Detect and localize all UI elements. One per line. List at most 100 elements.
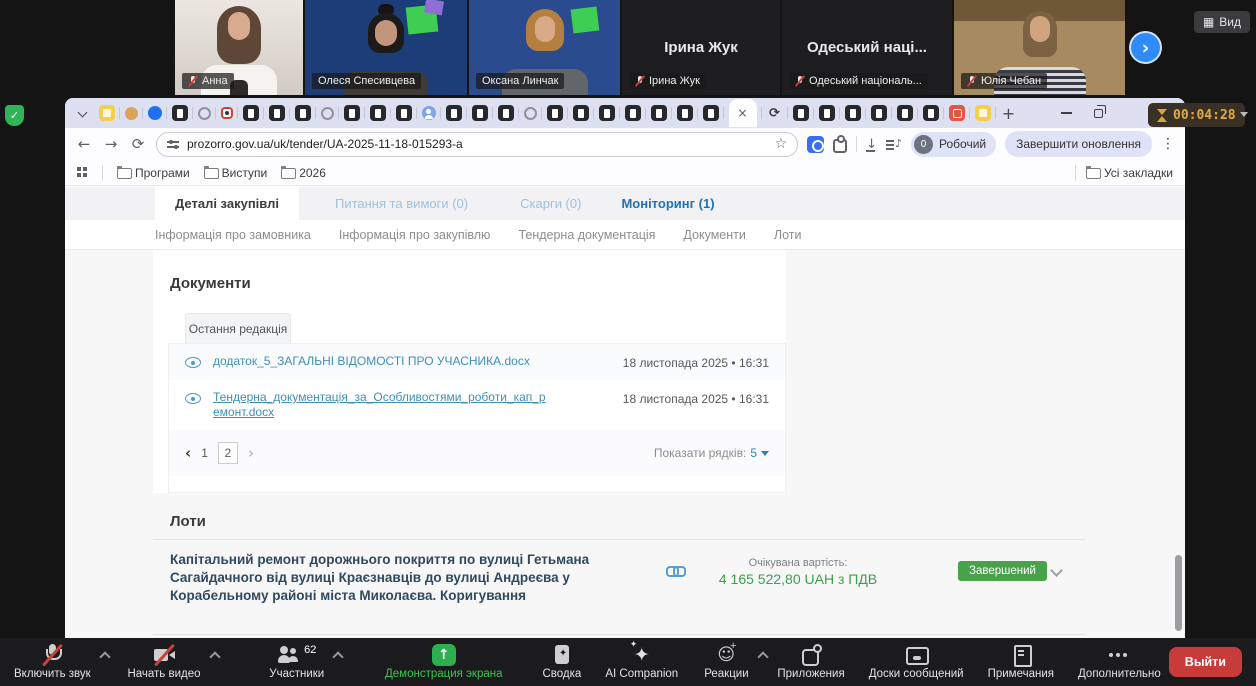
participants-options-chevron-icon[interactable]	[332, 650, 337, 662]
bookmark-folder-2026[interactable]: 2026	[281, 166, 326, 180]
browser-tab-yellow[interactable]	[975, 105, 991, 121]
browser-tab-doc[interactable]	[599, 105, 615, 121]
bookmark-star-icon[interactable]: ☆	[775, 136, 788, 152]
browser-tab-redq[interactable]	[949, 105, 965, 121]
timer-chevron-icon[interactable]	[1240, 112, 1248, 117]
browser-tab-doc[interactable]	[172, 105, 188, 121]
browser-tab-doc[interactable]	[871, 105, 887, 121]
browser-menu-icon[interactable]: ⋮	[1161, 136, 1175, 152]
leave-button[interactable]: Выйти	[1169, 647, 1242, 677]
subnav-lots[interactable]: Лоти	[774, 228, 802, 242]
browser-tab-doc[interactable]	[819, 105, 835, 121]
profile-chip[interactable]: 0 Робочий	[911, 132, 996, 157]
latest-revision-tab[interactable]: Остання редакція	[185, 313, 291, 343]
browser-tab-target[interactable]	[221, 107, 233, 119]
screen-share-button[interactable]: Демонстрация экрана	[377, 641, 511, 683]
extensions-puzzle-icon[interactable]	[833, 139, 847, 153]
reactions-options-chevron-icon[interactable]	[757, 650, 762, 662]
browser-tab-orangedot[interactable]	[125, 107, 138, 120]
next-participants-button[interactable]: ›	[1131, 33, 1160, 62]
downloads-icon[interactable]: ↓	[866, 137, 877, 152]
browser-tab-plus[interactable]: +	[1001, 105, 1017, 121]
browser-tab-doc[interactable]	[651, 105, 667, 121]
next-page-icon[interactable]: ›	[248, 444, 254, 462]
browser-tab-doc[interactable]	[923, 105, 939, 121]
browser-tab-doc[interactable]	[269, 105, 285, 121]
start-video-button[interactable]: Начать видео	[119, 641, 208, 683]
address-bar[interactable]: prozorro.gov.ua/uk/tender/UA-2025-11-18-…	[156, 132, 798, 157]
participant-tile-yulia[interactable]: Юлія Чебан	[954, 0, 1125, 95]
notes-button[interactable]: Примечания	[980, 641, 1062, 683]
document-link[interactable]: Тендерна_документація_за_Особливостями_р…	[213, 390, 548, 420]
subnav-tender-docs[interactable]: Тендерна документація	[518, 228, 655, 242]
browser-tab-doc[interactable]	[344, 105, 360, 121]
participant-tile-odeskyi[interactable]: Одеський наці... Одеський національ...	[782, 0, 952, 95]
subnav-customer-info[interactable]: Інформація про замовника	[155, 228, 311, 242]
browser-tab-doc[interactable]	[370, 105, 386, 121]
preview-eye-icon[interactable]	[185, 356, 201, 368]
whiteboards-button[interactable]: Доски сообщений	[861, 641, 972, 683]
tab-search-chevron-icon[interactable]	[73, 104, 91, 122]
more-button[interactable]: Дополнительно	[1070, 641, 1169, 683]
browser-tab-doc[interactable]	[295, 105, 311, 121]
ai-companion-button[interactable]: AI Companion	[597, 641, 686, 683]
preview-eye-icon[interactable]	[185, 392, 201, 404]
finish-update-button[interactable]: Завершити оновлення	[1005, 131, 1152, 157]
browser-tab-doc[interactable]	[547, 105, 563, 121]
participant-tile-iryna[interactable]: Ірина Жук Ірина Жук	[622, 0, 780, 95]
meeting-timer[interactable]: 00:04:28	[1148, 103, 1245, 127]
browser-tab-doc[interactable]	[703, 105, 719, 121]
browser-tab-personfav[interactable]	[422, 106, 436, 120]
page-scrollbar-thumb[interactable]	[1175, 555, 1182, 631]
minimize-button[interactable]	[1061, 112, 1072, 114]
browser-tab-doc[interactable]	[845, 105, 861, 121]
browser-tab-doc[interactable]	[243, 105, 259, 121]
participant-tile-olesia[interactable]: Олеся Спесивцева	[305, 0, 467, 95]
rows-per-page-caret-icon[interactable]	[761, 451, 769, 456]
apps-grid-icon[interactable]	[77, 167, 88, 178]
forward-icon[interactable]: →	[102, 135, 120, 153]
lot-link-chain-icon[interactable]	[666, 565, 684, 576]
summary-button[interactable]: Сводка	[535, 641, 590, 683]
browser-tab-doc[interactable]	[446, 105, 462, 121]
view-button[interactable]: ▦Вид	[1194, 11, 1250, 33]
apps-button[interactable]: Приложения	[769, 641, 852, 683]
browser-tab-doc[interactable]	[498, 105, 514, 121]
browser-tab-active[interactable]: ×	[729, 99, 757, 127]
unmute-button[interactable]: Включить звук	[6, 641, 99, 683]
browser-tab-globe[interactable]	[524, 107, 537, 120]
browser-tab-doc[interactable]	[625, 105, 641, 121]
page-number-2-current[interactable]: 2	[218, 442, 238, 464]
tab-tender-details[interactable]: Деталі закупівлі	[155, 187, 299, 220]
subnav-documents[interactable]: Документи	[683, 228, 745, 242]
participant-tile-oksana[interactable]: Оксана Линчак	[469, 0, 620, 95]
rows-per-page-value[interactable]: 5	[750, 446, 757, 460]
browser-tab-spinner[interactable]: ⟳	[767, 105, 783, 121]
lot-title-link[interactable]: Капітальний ремонт дорожнього покриття п…	[170, 551, 670, 605]
document-link[interactable]: додаток_5_ЗАГАЛЬНІ ВІДОМОСТІ ПРО УЧАСНИК…	[213, 354, 530, 369]
media-controls-icon[interactable]	[886, 137, 902, 151]
extension-icon[interactable]	[807, 136, 824, 153]
bookmark-folder-vystupy[interactable]: Виступи	[204, 166, 268, 180]
prev-page-icon[interactable]: ‹	[185, 444, 191, 462]
lot-expand-chevron-icon[interactable]	[1050, 565, 1062, 577]
participant-tile-anna[interactable]: Анна	[175, 0, 303, 95]
browser-tab-doc[interactable]	[573, 105, 589, 121]
all-bookmarks-button[interactable]: Усі закладки	[1086, 166, 1173, 180]
site-settings-icon[interactable]	[167, 138, 179, 150]
tab-monitoring[interactable]: Моніторинг (1)	[601, 187, 734, 220]
browser-tab-doc[interactable]	[396, 105, 412, 121]
reload-icon[interactable]: ⟳	[129, 135, 147, 153]
participants-button[interactable]: 62 Участники	[261, 641, 332, 683]
browser-tab-doc[interactable]	[793, 105, 809, 121]
page-number-1[interactable]: 1	[201, 446, 208, 460]
browser-tab-doc[interactable]	[472, 105, 488, 121]
audio-options-chevron-icon[interactable]	[99, 650, 104, 662]
tab-questions[interactable]: Питання та вимоги (0)	[315, 187, 488, 220]
video-options-chevron-icon[interactable]	[209, 650, 214, 662]
browser-tab-doc[interactable]	[897, 105, 913, 121]
url-text[interactable]: prozorro.gov.ua/uk/tender/UA-2025-11-18-…	[187, 137, 767, 151]
browser-tab-yellow[interactable]	[99, 105, 115, 121]
restore-button[interactable]	[1094, 109, 1103, 118]
subnav-purchase-info[interactable]: Інформація про закупівлю	[339, 228, 491, 242]
